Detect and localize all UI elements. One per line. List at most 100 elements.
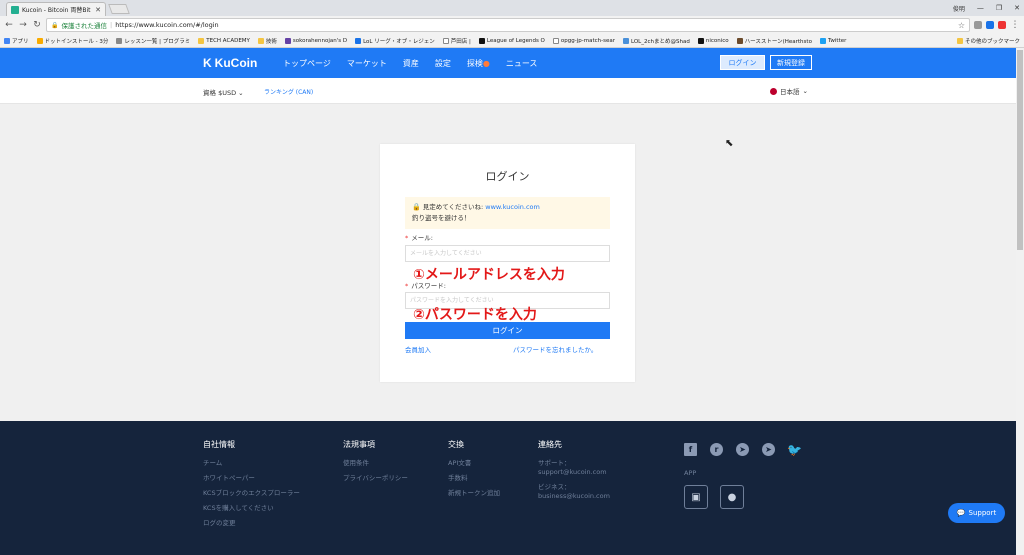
telegram-icon[interactable]: ➤ (736, 443, 749, 456)
forgot-password-link[interactable]: パスワードを忘れましたか。 (513, 344, 597, 354)
other-bookmarks[interactable]: その他のブックマーク (956, 37, 1020, 45)
footer-column-exchange: 交換 API文書 手数料 新規トークン追加 (448, 439, 513, 504)
ranking-link[interactable]: ランキング (CAN) (264, 87, 313, 96)
forward-icon[interactable]: → (18, 20, 28, 30)
bookmark-label: アプリ (12, 38, 29, 45)
menu-icon[interactable]: ⋮ (1010, 20, 1020, 30)
logo-text: KuCoin (214, 56, 258, 70)
language-label: 日本語 (780, 88, 800, 96)
back-icon[interactable]: ← (4, 20, 14, 30)
bookmark-label: ドットインストール - 3分 (44, 38, 109, 45)
bookmark-label: niconico (705, 37, 729, 44)
profile-name[interactable]: 俊明 (953, 4, 965, 13)
bookmark-label: レッスン一覧 | プログラミ (124, 38, 191, 45)
register-link[interactable]: 会員加入 (405, 344, 431, 354)
login-card: ログイン 🔒 見定めてくださいね: www.kucoin.com 釣り盗号を避ける… (380, 144, 635, 382)
footer-column-legal: 法規事項 使用条件 プライバシーポリシー (343, 439, 423, 489)
currency-selector[interactable]: 資格 $USD ⌄ (203, 87, 244, 97)
annotation-password: ②パスワードを入力 (413, 307, 537, 323)
bookmark-item[interactable]: opgg-jp-match-sear (552, 37, 615, 44)
window-controls: 俊明 — ❐ ✕ (953, 0, 1020, 16)
bookmark-item[interactable]: TECH ACADEMY (198, 37, 250, 44)
new-tab-button[interactable] (108, 4, 130, 14)
footer-link[interactable]: 使用条件 (343, 459, 423, 468)
footer-link[interactable]: KCSを購入してください (203, 504, 323, 513)
close-window-icon[interactable]: ✕ (1014, 4, 1020, 12)
twitter-icon[interactable]: 🐦 (787, 443, 802, 457)
site-footer: 自社情報 チーム ホワイトペーパー KCSブロックのエクスプローラー KCSを購… (0, 421, 1016, 555)
language-selector[interactable]: 日本語 ⌄ (770, 86, 808, 96)
page-icon (442, 37, 449, 44)
nav-item-market[interactable]: マーケット (347, 58, 387, 69)
nav-item-assets[interactable]: 資産 (403, 58, 419, 69)
android-icon[interactable]: ▣ (684, 485, 708, 509)
bookmark-item[interactable]: niconico (697, 37, 729, 44)
bookmark-item[interactable]: LOL_2chまとめ@Shad (622, 37, 690, 45)
apple-icon[interactable]: ● (720, 485, 744, 509)
bookmark-item[interactable]: アプリ (4, 37, 29, 45)
scrollbar-thumb[interactable] (1017, 50, 1023, 250)
minimize-icon[interactable]: — (977, 4, 984, 12)
bookmark-item[interactable]: Twitter (819, 37, 846, 44)
facebook-icon[interactable]: f (684, 443, 697, 456)
nav-item-settings[interactable]: 設定 (435, 58, 451, 69)
folder-icon (956, 37, 963, 44)
extension-icon[interactable] (986, 21, 994, 29)
address-bar[interactable]: 🔒 保護された通信 | https://www.kucoin.com/#/log… (46, 18, 970, 32)
footer-link[interactable]: support@kucoin.com (538, 468, 648, 477)
login-submit-button[interactable]: ログイン (405, 322, 610, 339)
reddit-icon[interactable]: r (710, 443, 723, 456)
bookmark-item[interactable]: ドットインストール - 3分 (36, 37, 109, 45)
mouse-cursor-icon: ⬉ (725, 138, 734, 149)
reload-icon[interactable]: ↻ (32, 20, 42, 30)
browser-toolbar: ← → ↻ 🔒 保護された通信 | https://www.kucoin.com… (0, 16, 1024, 34)
browser-tab[interactable]: Kucoin - Bitcoin 両替Bit ✕ (6, 2, 106, 16)
notice-link[interactable]: www.kucoin.com (485, 203, 540, 211)
footer-link[interactable]: 手数料 (448, 474, 513, 483)
footer-link[interactable]: API文書 (448, 459, 513, 468)
page-icon (552, 37, 559, 44)
email-field[interactable] (405, 245, 610, 262)
folder-icon (257, 37, 264, 44)
footer-link[interactable]: プライバシーポリシー (343, 474, 423, 483)
footer-link[interactable]: KCSブロックのエクスプローラー (203, 489, 323, 498)
tab-title: Kucoin - Bitcoin 両替Bit (22, 7, 91, 14)
bookmark-label: 芦田店 | (450, 38, 471, 45)
bookmark-item[interactable]: sokorahennojan's D (284, 37, 347, 44)
header-login-button[interactable]: ログイン (720, 55, 765, 70)
page-scrollbar[interactable] (1016, 48, 1024, 555)
support-button[interactable]: 💬 Support (948, 503, 1005, 523)
close-tab-icon[interactable]: ✕ (95, 6, 101, 14)
nav-item-explore[interactable]: 探検● (467, 58, 490, 69)
footer-link[interactable]: チーム (203, 459, 323, 468)
nav-item-top[interactable]: トップページ (283, 58, 331, 69)
bookmark-item[interactable]: League of Legends O (478, 37, 545, 44)
extension-icon[interactable] (998, 21, 1006, 29)
footer-text: サポート： (538, 459, 571, 467)
footer-link[interactable]: business@kucoin.com (538, 492, 648, 501)
footer-link[interactable]: ログの変更 (203, 519, 323, 528)
bookmark-label: LOL_2chまとめ@Shad (630, 38, 690, 45)
app-buttons: ▣ ● (684, 485, 744, 509)
bookmark-star-icon[interactable]: ☆ (958, 21, 965, 30)
kucoin-logo[interactable]: K KuCoin (203, 56, 257, 70)
telegram-icon[interactable]: ➤ (762, 443, 775, 456)
chevron-down-icon: ⌄ (236, 89, 244, 97)
twitter-icon (819, 37, 826, 44)
bookmark-item[interactable]: 技術 (257, 37, 277, 45)
bookmark-item[interactable]: レッスン一覧 | プログラミ (116, 37, 190, 45)
bookmark-label: TECH ACADEMY (206, 37, 250, 44)
header-signup-button[interactable]: 新規登録 (770, 55, 812, 70)
footer-link[interactable]: ホワイトペーパー (203, 474, 323, 483)
footer-heading: 法規事項 (343, 440, 375, 449)
maximize-icon[interactable]: ❐ (996, 4, 1002, 12)
extension-icon[interactable] (974, 21, 982, 29)
bookmark-item[interactable]: LoL リーグ・オブ・レジェン (355, 37, 435, 45)
footer-link[interactable]: 新規トークン追加 (448, 489, 513, 498)
url-text: https://www.kucoin.com/#/login (115, 21, 219, 29)
bookmark-item[interactable]: 芦田店 | (442, 37, 471, 45)
nav-item-news[interactable]: ニュース (506, 58, 538, 69)
bookmark-item[interactable]: ハースストーン(Hearthsto (736, 37, 812, 45)
required-mark: * (405, 234, 409, 242)
password-label-text: パスワード: (411, 282, 446, 290)
